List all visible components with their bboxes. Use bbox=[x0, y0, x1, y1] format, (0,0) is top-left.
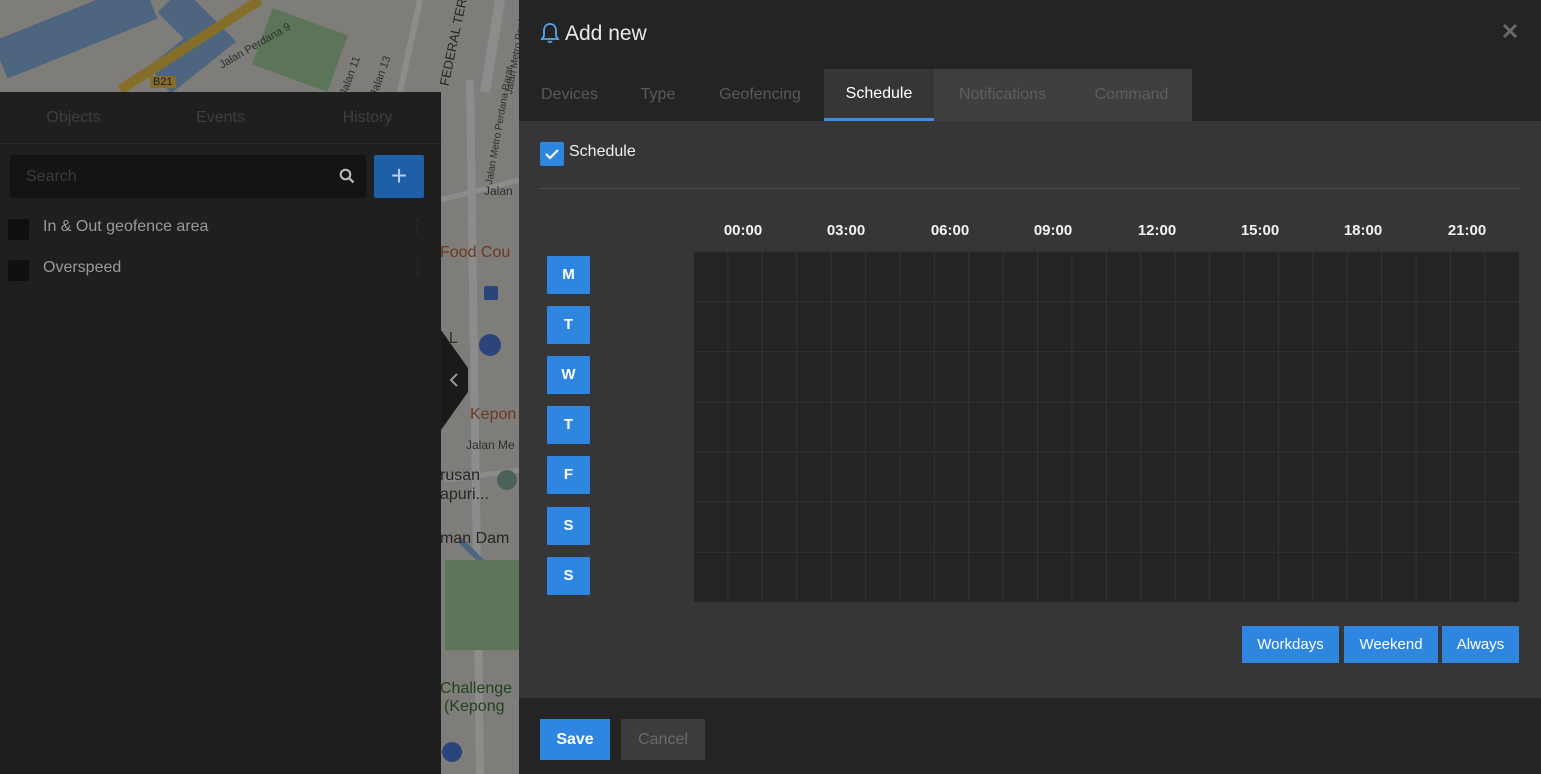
modal-title: Add new bbox=[565, 22, 647, 45]
modal-footer: Save Cancel bbox=[519, 698, 1541, 774]
hour-label: 18:00 bbox=[1343, 222, 1383, 239]
day-button-monday[interactable]: M bbox=[547, 256, 590, 294]
sidebar-tab-objects[interactable]: Objects bbox=[0, 92, 147, 143]
item-checkbox[interactable] bbox=[8, 260, 29, 281]
weekend-button[interactable]: Weekend bbox=[1344, 626, 1438, 663]
list-item[interactable]: In & Out geofence area ⋮ bbox=[8, 216, 428, 240]
modal-tabs: Devices Type Geofencing Schedule Notific… bbox=[519, 69, 1541, 121]
schedule-checkbox-label: Schedule bbox=[569, 143, 636, 160]
day-button-saturday[interactable]: S bbox=[547, 507, 590, 545]
search-input[interactable] bbox=[10, 155, 330, 198]
tab-geofencing[interactable]: Geofencing bbox=[696, 69, 824, 121]
workdays-button[interactable]: Workdays bbox=[1242, 626, 1339, 663]
tab-command[interactable]: Command bbox=[1071, 69, 1192, 121]
tab-notifications[interactable]: Notifications bbox=[934, 69, 1071, 121]
save-button[interactable]: Save bbox=[540, 719, 610, 760]
schedule-checkbox[interactable] bbox=[540, 142, 564, 166]
hour-label: 06:00 bbox=[930, 222, 970, 239]
hour-label: 12:00 bbox=[1137, 222, 1177, 239]
day-button-friday[interactable]: F bbox=[547, 456, 590, 494]
hour-label: 03:00 bbox=[826, 222, 866, 239]
add-event-button[interactable]: + bbox=[374, 155, 424, 198]
item-checkbox[interactable] bbox=[8, 219, 29, 240]
sidebar-tab-history[interactable]: History bbox=[294, 92, 441, 143]
day-button-thursday[interactable]: T bbox=[547, 406, 590, 444]
more-icon[interactable]: ⋮ bbox=[408, 216, 426, 237]
day-button-wednesday[interactable]: W bbox=[547, 356, 590, 394]
list-item[interactable]: Overspeed ⋮ bbox=[8, 257, 428, 281]
sidebar-tabs: Objects Events History bbox=[0, 92, 441, 144]
tab-type[interactable]: Type bbox=[620, 69, 696, 121]
item-label: Overspeed bbox=[43, 259, 122, 276]
tab-devices[interactable]: Devices bbox=[519, 69, 620, 121]
modal-header: Add new bbox=[519, 0, 1541, 69]
collapse-sidebar-handle[interactable] bbox=[441, 330, 468, 430]
sidebar-panel: Objects Events History + In & Out geofen… bbox=[0, 92, 441, 774]
hour-label: 09:00 bbox=[1033, 222, 1073, 239]
hour-label: 00:00 bbox=[723, 222, 763, 239]
schedule-grid[interactable] bbox=[693, 251, 1519, 602]
more-icon[interactable]: ⋮ bbox=[408, 257, 426, 278]
hour-label: 21:00 bbox=[1447, 222, 1487, 239]
add-new-modal: Add new Devices Type Geofencing Schedule… bbox=[519, 0, 1541, 774]
tab-schedule[interactable]: Schedule bbox=[824, 69, 934, 121]
search-icon[interactable] bbox=[339, 168, 355, 184]
cancel-button[interactable]: Cancel bbox=[621, 719, 705, 760]
always-button[interactable]: Always bbox=[1442, 626, 1519, 663]
search-row: + bbox=[10, 155, 424, 198]
day-button-tuesday[interactable]: T bbox=[547, 306, 590, 344]
checkmark-icon bbox=[545, 149, 559, 160]
search-box bbox=[10, 155, 366, 198]
item-label: In & Out geofence area bbox=[43, 218, 209, 235]
hour-label: 15:00 bbox=[1240, 222, 1280, 239]
sidebar-tab-events[interactable]: Events bbox=[147, 92, 294, 143]
bell-icon bbox=[540, 23, 560, 44]
day-button-sunday[interactable]: S bbox=[547, 557, 590, 595]
close-icon[interactable] bbox=[1501, 22, 1519, 40]
divider bbox=[540, 188, 1520, 189]
